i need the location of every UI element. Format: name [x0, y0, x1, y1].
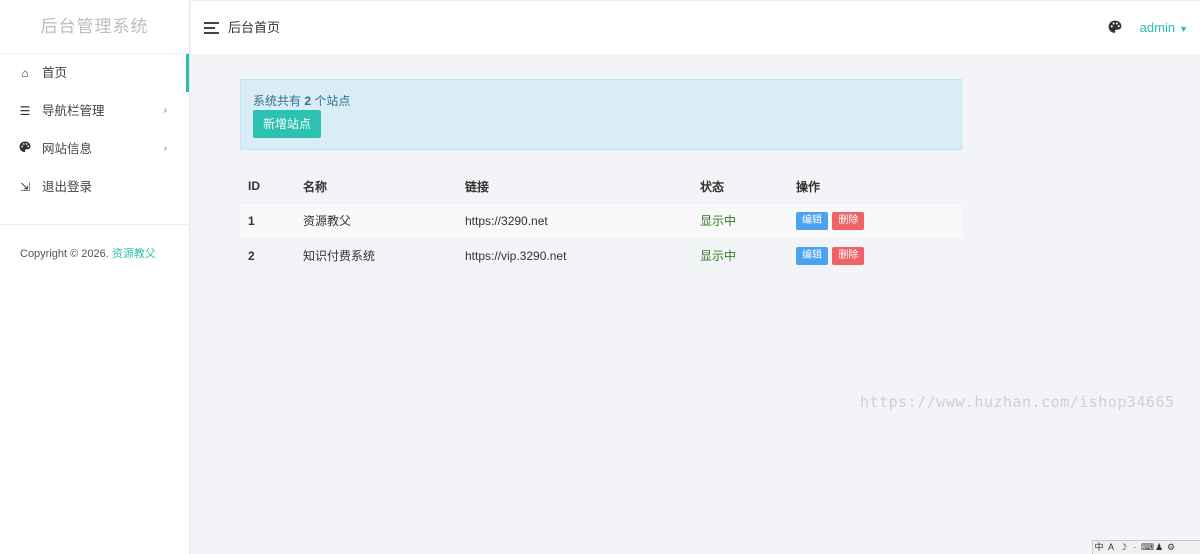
- chevron-right-icon: ›: [163, 143, 167, 154]
- page-title: 后台首页: [228, 20, 281, 35]
- row-name: 知识付费系统: [295, 237, 457, 273]
- sidebar-item-label: 网站信息: [42, 142, 93, 156]
- list-icon: ☰: [19, 104, 31, 118]
- sidebar-item-label: 首页: [42, 66, 68, 80]
- font-icon[interactable]: A: [1105, 541, 1117, 554]
- user-icon[interactable]: ♟: [1153, 541, 1165, 554]
- table-header-row: ID 名称 链接 状态 操作: [240, 170, 962, 203]
- brand-title: 后台管理系统: [0, 0, 189, 54]
- copyright-text: Copyright © 2026.: [20, 248, 109, 260]
- row-id: 1: [240, 202, 295, 238]
- sidebar-item-label: 导航栏管理: [42, 104, 105, 118]
- sidebar-nav: ⌂ 首页 ☰ 导航栏管理 › 网站信息 › ⇲ 退出登录: [0, 54, 189, 206]
- row-status: 显示中: [692, 237, 788, 273]
- delete-button[interactable]: 删除: [832, 246, 865, 265]
- site-count-text: 系统共有 2 个站点: [253, 93, 949, 109]
- site-count-alert: 系统共有 2 个站点 新增站点: [240, 79, 962, 150]
- username: admin: [1139, 20, 1176, 35]
- table-row: 1 资源教父 https://3290.net 显示中 编辑 删除: [240, 202, 962, 238]
- column-header-name: 名称: [303, 179, 328, 194]
- site-count-prefix: 系统共有: [253, 94, 302, 108]
- edit-button[interactable]: 编辑: [796, 211, 828, 230]
- row-id: 2: [240, 237, 295, 273]
- row-url: https://vip.3290.net: [457, 237, 692, 273]
- user-menu[interactable]: admin ▼: [1140, 1, 1188, 56]
- site-count-number: 2: [304, 94, 312, 108]
- row-actions: 编辑 删除: [788, 237, 962, 273]
- column-header-id: ID: [248, 179, 260, 194]
- chevron-right-icon: ›: [163, 105, 167, 116]
- caret-down-icon: ▼: [1179, 24, 1188, 34]
- column-header-actions: 操作: [796, 179, 821, 194]
- site-count-suffix: 个站点: [314, 94, 351, 108]
- palette-icon: [18, 130, 32, 168]
- add-site-button[interactable]: 新增站点: [253, 110, 322, 138]
- sidebar-item-home[interactable]: ⌂ 首页: [0, 54, 189, 92]
- copyright-link[interactable]: 资源教父: [112, 248, 156, 260]
- punctuation-icon[interactable]: ·: [1129, 541, 1141, 554]
- delete-button[interactable]: 删除: [832, 211, 865, 230]
- column-header-url: 链接: [465, 179, 490, 194]
- row-actions: 编辑 删除: [788, 202, 962, 238]
- input-method-icon[interactable]: 中: [1093, 541, 1105, 554]
- theme-palette-icon[interactable]: [1108, 20, 1122, 34]
- system-tray: 中 A ☽ · ⌨♟ ⚙: [1092, 540, 1200, 554]
- sidebar-item-label: 退出登录: [42, 180, 93, 194]
- row-status: 显示中: [692, 202, 788, 238]
- sidebar: 后台管理系统 ⌂ 首页 ☰ 导航栏管理 › 网站信息 › ⇲ 退出登录 Copyrig…: [0, 0, 190, 554]
- column-header-status: 状态: [700, 179, 725, 194]
- table-row: 2 知识付费系统 https://vip.3290.net 显示中 编辑 删除: [240, 237, 962, 273]
- wrench-icon[interactable]: ⚙: [1165, 541, 1177, 554]
- copyright: Copyright © 2026. 资源教父: [0, 225, 189, 261]
- moon-icon[interactable]: ☽: [1117, 541, 1129, 554]
- sites-table: ID 名称 链接 状态 操作 1 资源教父 https://3290.net 显…: [240, 170, 962, 273]
- home-icon: ⌂: [21, 66, 29, 80]
- row-url: https://3290.net: [457, 202, 692, 238]
- main-content: 系统共有 2 个站点 新增站点 ID 名称 链接 状态 操作 1 资源教父 ht…: [240, 79, 962, 273]
- sidebar-item-nav-management[interactable]: ☰ 导航栏管理 ›: [0, 92, 189, 130]
- logout-icon: ⇲: [19, 180, 31, 194]
- edit-button[interactable]: 编辑: [796, 246, 828, 265]
- topbar: 后台首页 admin ▼: [191, 0, 1200, 54]
- row-name: 资源教父: [295, 202, 457, 238]
- keyboard-icon[interactable]: ⌨: [1141, 541, 1154, 554]
- sidebar-item-site-info[interactable]: 网站信息 ›: [0, 130, 189, 168]
- menu-toggle-icon[interactable]: [204, 22, 219, 34]
- watermark: https://www.huzhan.com/ishop34665: [860, 393, 1175, 411]
- sidebar-item-logout[interactable]: ⇲ 退出登录: [0, 168, 189, 206]
